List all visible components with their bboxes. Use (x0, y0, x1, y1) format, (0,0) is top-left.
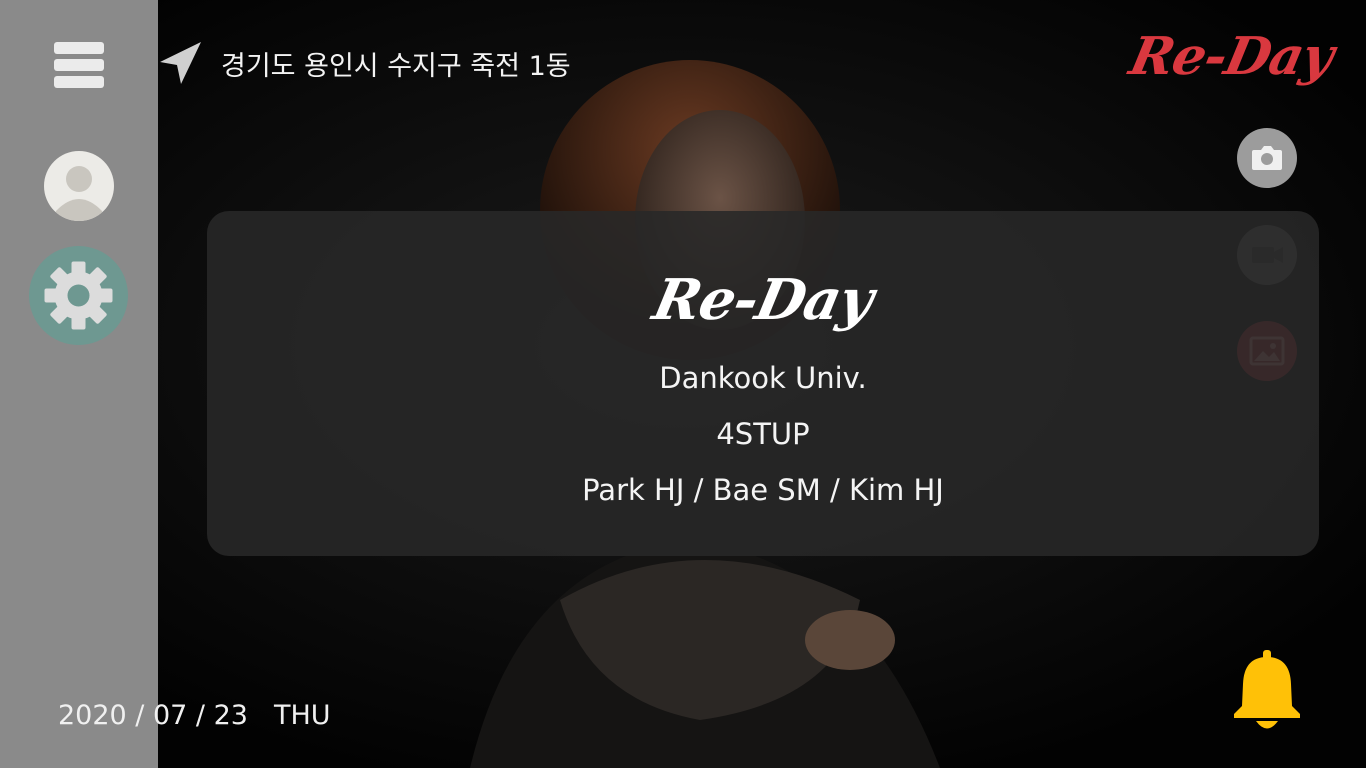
location-label[interactable]: 경기도 용인시 수지구 죽전 1동 (221, 44, 571, 83)
weekday-label: THU (274, 700, 331, 731)
panel-logo: Re-Day (647, 267, 879, 333)
hamburger-menu-icon[interactable] (54, 42, 104, 88)
date-label: 2020 / 07 / 23 (58, 700, 248, 731)
team-label: 4STUP (716, 417, 810, 451)
user-avatar-icon[interactable] (44, 151, 114, 221)
info-panel: Re-Day Dankook Univ. 4STUP Park HJ / Bae… (207, 211, 1319, 556)
members-label: Park HJ / Bae SM / Kim HJ (582, 473, 944, 507)
sidebar: 2020 / 07 / 23 (0, 0, 248, 768)
gear-icon (44, 261, 113, 330)
navigation-arrow-icon[interactable] (156, 40, 206, 86)
app-logo: Re-Day (1124, 26, 1339, 87)
screen: 2020 / 07 / 23 THU 경기도 용인시 수지구 죽전 1동 Re-… (0, 0, 1366, 768)
camera-button[interactable] (1237, 128, 1297, 188)
university-label: Dankook Univ. (659, 361, 867, 395)
bell-icon[interactable] (1229, 648, 1305, 732)
settings-button[interactable] (29, 246, 128, 345)
camera-icon (1252, 146, 1282, 170)
